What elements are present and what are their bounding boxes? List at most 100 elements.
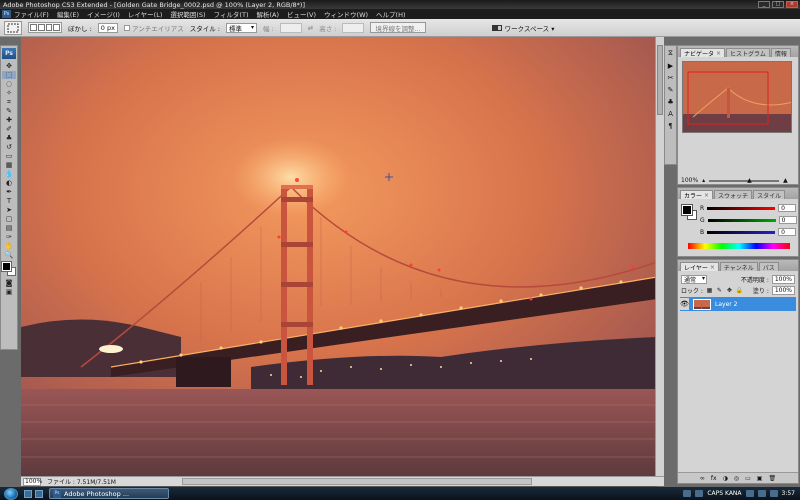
blur-icon[interactable]: 💧 — [2, 170, 16, 178]
zoom-out-icon[interactable]: ▴ — [702, 177, 705, 184]
menu-layer[interactable]: レイヤー(L) — [128, 9, 163, 19]
tab-swatches[interactable]: スウォッチ — [714, 190, 753, 200]
clone-source-icon[interactable]: ♣ — [667, 98, 673, 106]
hand-icon[interactable]: ✋ — [2, 242, 16, 250]
feather-input[interactable]: 0 px — [97, 22, 118, 33]
menu-image[interactable]: イメージ(I) — [87, 9, 120, 19]
tab-info[interactable]: 情報 — [770, 48, 791, 58]
selection-mode-buttons[interactable] — [28, 22, 62, 33]
brushes-panel-icon[interactable]: ✎ — [668, 86, 674, 94]
tab-histogram[interactable]: ヒストグラム — [726, 48, 770, 58]
gradient-icon[interactable]: ▦ — [2, 161, 16, 169]
shape-icon[interactable]: ▢ — [2, 215, 16, 223]
layer-name[interactable]: Layer 2 — [715, 301, 737, 308]
navigator-zoom-slider[interactable]: ▲ — [709, 177, 780, 184]
character-panel-icon[interactable]: A — [668, 110, 673, 118]
crop-icon[interactable]: ⌗ — [2, 98, 16, 106]
layer-row-selected[interactable]: 👁 Layer 2 — [680, 297, 796, 311]
lock-image-icon[interactable]: ✎ — [716, 287, 723, 294]
menu-edit[interactable]: 編集(E) — [57, 9, 79, 19]
menu-file[interactable]: ファイル(F) — [14, 9, 49, 19]
ime-status[interactable]: CAPS KANA — [707, 490, 741, 497]
tray-icon-3[interactable] — [745, 490, 754, 497]
fill-input[interactable]: 100% — [771, 286, 795, 295]
maximize-button[interactable]: □ — [772, 1, 784, 8]
network-icon[interactable] — [769, 490, 778, 497]
red-slider[interactable] — [707, 206, 776, 210]
tray-icon-2[interactable] — [695, 490, 704, 497]
history-panel-icon[interactable]: ⧖ — [668, 49, 673, 58]
lock-position-icon[interactable]: ✥ — [726, 287, 733, 294]
quicklaunch-icon-1[interactable] — [24, 489, 32, 498]
scrollbar-thumb[interactable] — [657, 45, 663, 115]
navigator-thumbnail[interactable] — [682, 61, 792, 133]
eyedropper-icon[interactable]: ✎ — [2, 107, 16, 115]
eyedropper2-icon[interactable]: ✑ — [2, 233, 16, 241]
start-button[interactable] — [4, 487, 18, 500]
vertical-scrollbar[interactable] — [655, 37, 664, 477]
add-mask-icon[interactable]: ◑ — [723, 475, 728, 482]
new-layer-icon[interactable]: ▣ — [757, 475, 763, 482]
healing-icon[interactable]: ✚ — [2, 116, 16, 124]
menu-select[interactable]: 選択範囲(S) — [170, 9, 205, 19]
width-input[interactable] — [279, 22, 302, 33]
lasso-icon[interactable]: ◌ — [2, 80, 16, 88]
close-button[interactable]: × — [786, 1, 798, 8]
blue-slider[interactable] — [707, 230, 776, 234]
menu-window[interactable]: ウィンドウ(W) — [324, 9, 368, 19]
antialias-checkbox[interactable]: アンチエイリアス — [123, 23, 184, 33]
pen-icon[interactable]: ✒ — [2, 188, 16, 196]
tab-paths[interactable]: パス — [758, 262, 779, 272]
menu-view[interactable]: ビュー(V) — [287, 9, 316, 19]
magic-wand-icon[interactable]: ✧ — [2, 89, 16, 97]
document-canvas[interactable] — [21, 37, 657, 476]
tab-color[interactable]: カラー × — [680, 190, 714, 200]
taskbar-photoshop-button[interactable]: Ps Adobe Photoshop ... — [49, 488, 169, 499]
color-spectrum-bar[interactable] — [688, 243, 790, 249]
style-dropdown[interactable]: 標準 — [225, 22, 257, 33]
quicklaunch-icon-2[interactable] — [35, 489, 43, 498]
workspace-menu[interactable]: ワークスペース ▾ — [491, 23, 555, 33]
menu-analysis[interactable]: 解析(A) — [256, 9, 279, 19]
type-icon[interactable]: T — [2, 197, 16, 205]
stamp-icon[interactable]: ♣ — [2, 134, 16, 142]
visibility-eye-icon[interactable]: 👁 — [680, 298, 689, 310]
tab-navigator[interactable]: ナビゲータ × — [680, 48, 726, 58]
notes-icon[interactable]: ▤ — [2, 224, 16, 232]
screen-mode-icon[interactable]: ▣ — [2, 288, 16, 296]
zoom-icon[interactable]: 🔍 — [2, 251, 16, 259]
actions-panel-icon[interactable]: ▶ — [668, 62, 673, 70]
menu-help[interactable]: ヘルプ(H) — [376, 9, 405, 19]
paragraph-panel-icon[interactable]: ¶ — [668, 122, 672, 130]
quick-mask-icon[interactable]: ◙ — [2, 279, 16, 287]
add-style-icon[interactable]: fx — [711, 475, 717, 482]
tool-presets-icon[interactable]: ✂ — [668, 74, 674, 82]
tool-preset-picker[interactable] — [4, 20, 22, 35]
green-slider[interactable] — [707, 218, 776, 222]
volume-icon[interactable] — [757, 490, 766, 497]
move-icon[interactable]: ✥ — [2, 62, 16, 70]
brush-icon[interactable]: ✐ — [2, 125, 16, 133]
refine-edge-button[interactable]: 境界線を調整... — [370, 22, 426, 33]
minimize-button[interactable]: _ — [758, 1, 770, 8]
clock[interactable]: 3:57 — [782, 490, 795, 497]
foreground-color-swatch[interactable] — [1, 261, 12, 272]
zoom-in-icon[interactable]: ▲ — [783, 177, 788, 184]
eraser-icon[interactable]: ▭ — [2, 152, 16, 160]
blend-mode-dropdown[interactable]: 通常 — [681, 275, 708, 284]
tab-layers[interactable]: レイヤー × — [680, 262, 719, 272]
tab-channels[interactable]: チャンネル — [719, 262, 758, 272]
lock-all-icon[interactable]: 🔒 — [736, 287, 743, 294]
new-group-icon[interactable]: ▭ — [745, 475, 751, 482]
navigator-zoom-value[interactable]: 100% — [681, 177, 698, 184]
path-select-icon[interactable]: ➤ — [2, 206, 16, 214]
swap-icon[interactable]: ⇄ — [308, 24, 313, 32]
app-icon[interactable]: Ps — [2, 10, 11, 18]
height-input[interactable] — [342, 22, 365, 33]
color-foreground-well[interactable] — [681, 204, 693, 216]
history-brush-icon[interactable]: ↺ — [2, 143, 16, 151]
dodge-icon[interactable]: ◐ — [2, 179, 16, 187]
horizontal-scrollbar[interactable] — [181, 478, 532, 485]
file-size-status[interactable]: ファイル : 7.51M/7.51M — [47, 477, 116, 486]
link-layers-icon[interactable]: ∞ — [700, 475, 705, 482]
